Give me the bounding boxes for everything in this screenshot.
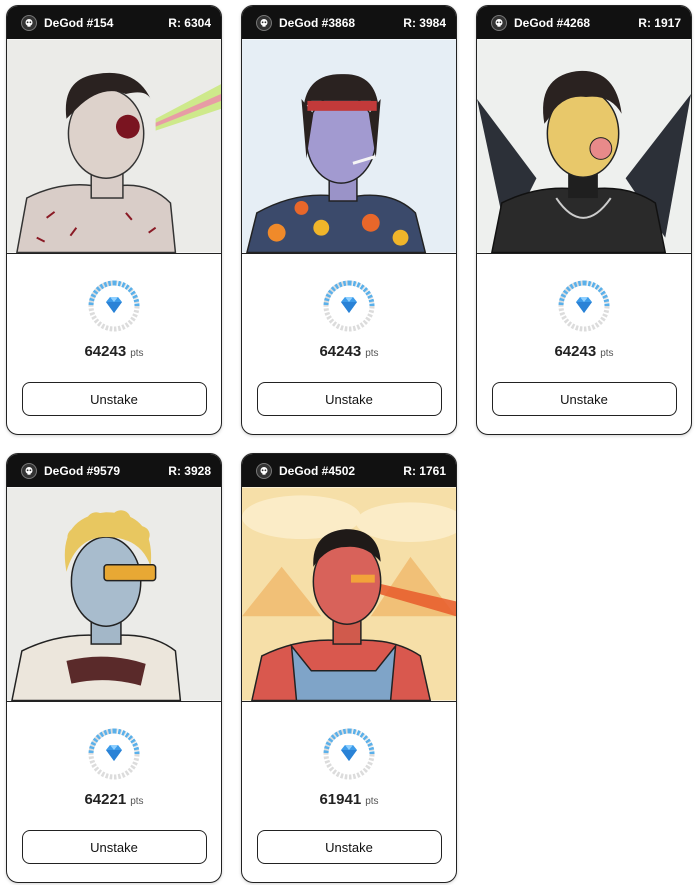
diamond-icon <box>341 745 357 761</box>
nft-card: DeGod #9579 R: 3928 64221 pts Unstake <box>6 453 222 883</box>
card-header: DeGod #4502 R: 1761 <box>242 454 456 487</box>
card-header: DeGod #9579 R: 3928 <box>7 454 221 487</box>
points-value: 64243 <box>554 343 597 360</box>
nft-card: DeGod #4268 R: 1917 64243 pts Unstake <box>476 5 692 435</box>
nft-artwork <box>7 487 221 702</box>
points-value: 61941 <box>319 791 362 808</box>
unstake-button[interactable]: Unstake <box>21 382 207 416</box>
degods-skull-icon <box>256 462 272 479</box>
degods-skull-icon <box>491 14 507 31</box>
points-display: 61941 pts <box>319 791 378 808</box>
nft-rank: R: 1761 <box>403 463 446 478</box>
nft-name: DeGod #154 <box>44 15 114 30</box>
unstake-button[interactable]: Unstake <box>256 382 442 416</box>
degods-skull-icon <box>256 14 272 31</box>
nft-name: DeGod #4268 <box>514 15 591 30</box>
unstake-button[interactable]: Unstake <box>256 830 442 864</box>
card-body: 61941 pts Unstake <box>242 702 456 882</box>
points-progress-ring <box>557 279 611 333</box>
nft-artwork <box>477 39 691 254</box>
nft-name: DeGod #4502 <box>279 463 356 478</box>
diamond-icon <box>106 297 122 313</box>
points-progress-ring <box>322 727 376 781</box>
nft-artwork-image <box>477 39 691 253</box>
degods-skull-icon <box>21 14 37 31</box>
points-unit: pts <box>600 348 614 359</box>
card-header: DeGod #4268 R: 1917 <box>477 6 691 39</box>
points-unit: pts <box>365 348 379 359</box>
card-body: 64221 pts Unstake <box>7 702 221 882</box>
points-value: 64243 <box>84 343 127 360</box>
points-display: 64243 pts <box>554 343 613 360</box>
nft-rank: R: 1917 <box>638 15 681 30</box>
points-unit: pts <box>365 796 379 807</box>
points-unit: pts <box>130 796 144 807</box>
card-body: 64243 pts Unstake <box>477 254 691 434</box>
nft-artwork <box>242 487 456 702</box>
points-progress-ring <box>87 727 141 781</box>
points-unit: pts <box>130 348 144 359</box>
nft-card: DeGod #3868 R: 3984 64243 pts Unstake <box>241 5 457 435</box>
nft-rank: R: 3984 <box>403 15 446 30</box>
points-display: 64221 pts <box>84 791 143 808</box>
card-header: DeGod #154 R: 6304 <box>7 6 221 39</box>
staked-nft-grid: DeGod #154 R: 6304 64243 pts Unstake DeG… <box>0 0 698 885</box>
nft-artwork-image <box>7 487 221 701</box>
nft-rank: R: 6304 <box>168 15 211 30</box>
nft-rank: R: 3928 <box>168 463 211 478</box>
nft-card: DeGod #154 R: 6304 64243 pts Unstake <box>6 5 222 435</box>
nft-artwork <box>242 39 456 254</box>
card-body: 64243 pts Unstake <box>7 254 221 434</box>
unstake-button[interactable]: Unstake <box>491 382 677 416</box>
points-value: 64243 <box>319 343 362 360</box>
nft-artwork <box>7 39 221 254</box>
nft-card: DeGod #4502 R: 1761 61941 pts Unstake <box>241 453 457 883</box>
diamond-icon <box>341 297 357 313</box>
points-display: 64243 pts <box>84 343 143 360</box>
points-display: 64243 pts <box>319 343 378 360</box>
points-progress-ring <box>87 279 141 333</box>
card-body: 64243 pts Unstake <box>242 254 456 434</box>
unstake-button[interactable]: Unstake <box>21 830 207 864</box>
diamond-icon <box>576 297 592 313</box>
nft-artwork-image <box>242 39 456 253</box>
nft-artwork-image <box>242 487 456 701</box>
nft-name: DeGod #9579 <box>44 463 121 478</box>
card-header: DeGod #3868 R: 3984 <box>242 6 456 39</box>
points-progress-ring <box>322 279 376 333</box>
nft-artwork-image <box>7 39 221 253</box>
nft-name: DeGod #3868 <box>279 15 356 30</box>
diamond-icon <box>106 745 122 761</box>
points-value: 64221 <box>84 791 127 808</box>
degods-skull-icon <box>21 462 37 479</box>
